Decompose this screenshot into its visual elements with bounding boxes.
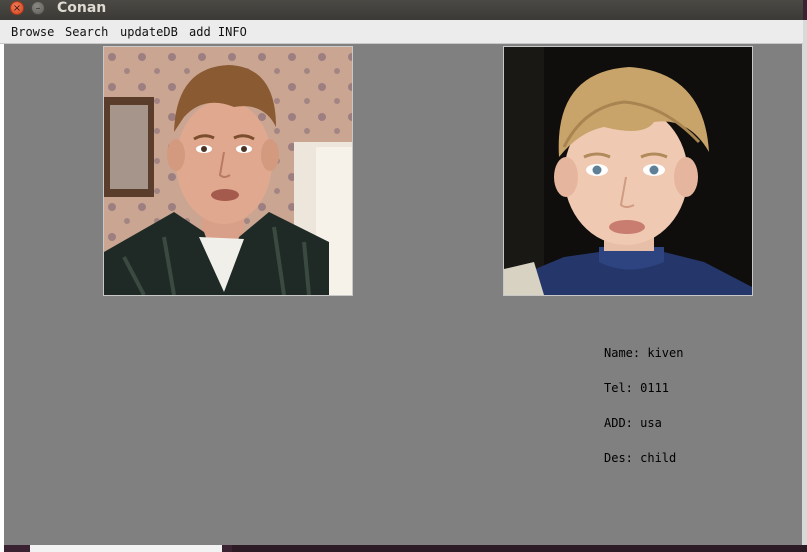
- menu-updatedb[interactable]: updateDB: [120, 20, 178, 43]
- query-photo: [103, 46, 353, 296]
- title-bar[interactable]: × – Conan: [0, 0, 803, 20]
- adult-face-photo-icon: [104, 47, 352, 295]
- minimize-window-icon[interactable]: –: [31, 1, 45, 15]
- menu-browse[interactable]: Browse: [11, 20, 54, 43]
- info-tel: Tel: 0111: [604, 381, 670, 395]
- menu-search[interactable]: Search: [65, 20, 108, 43]
- menu-add-info[interactable]: add INFO: [189, 20, 247, 43]
- menu-bar: Browse Search updateDB add INFO: [0, 20, 803, 44]
- match-photo: [503, 46, 753, 296]
- app-window: × – Conan Browse Search updateDB add INF…: [0, 0, 803, 546]
- window-title: Conan: [57, 0, 107, 16]
- desktop-background-bottom: [232, 545, 807, 552]
- main-panel: Name: kiven Tel: 0111 ADD: usa Des: chil…: [4, 44, 802, 545]
- info-name: Name: kiven: [604, 346, 684, 360]
- info-address: ADD: usa: [604, 416, 662, 430]
- info-description: Des: child: [604, 451, 677, 465]
- close-window-icon[interactable]: ×: [10, 1, 24, 15]
- desktop-panel-bottom: [30, 545, 222, 552]
- child-face-photo-icon: [504, 47, 752, 295]
